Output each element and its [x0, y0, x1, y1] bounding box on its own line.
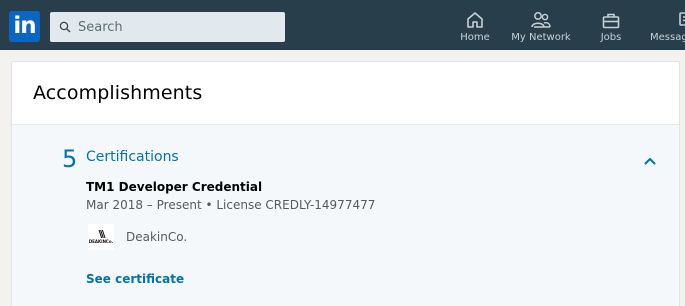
issuer-logo: \\\ DEAKINCo.	[88, 224, 114, 250]
nav-item-messaging[interactable]: Messag	[650, 0, 685, 50]
certificate-name: TM1 Developer Credential	[86, 180, 263, 194]
collapse-button[interactable]	[640, 149, 660, 169]
nav-label-messaging: Messag	[650, 32, 685, 43]
top-navigation-bar: in Home My Network	[0, 0, 685, 50]
nav-label-home: Home	[460, 32, 490, 43]
certificate-meta: Mar 2018 – Present • License CREDLY-1497…	[86, 198, 376, 212]
nav-item-jobs[interactable]: Jobs	[594, 0, 628, 50]
certifications-count: 5	[62, 145, 78, 173]
certifications-section: 5 Certifications TM1 Developer Credentia…	[12, 125, 679, 306]
nav-label-my-network: My Network	[511, 32, 571, 43]
card-header: Accomplishments	[12, 62, 679, 125]
card-title: Accomplishments	[33, 82, 203, 104]
search-icon	[59, 18, 71, 37]
network-icon	[530, 10, 552, 30]
messaging-icon	[676, 10, 685, 30]
issuer-name: DeakinCo.	[126, 230, 188, 244]
certifications-heading: Certifications	[86, 149, 179, 165]
nav-item-my-network[interactable]: My Network	[511, 0, 571, 50]
chevron-up-icon	[644, 150, 656, 169]
search-input[interactable]	[78, 19, 268, 35]
home-icon	[464, 10, 486, 30]
nav-item-home[interactable]: Home	[456, 0, 494, 50]
briefcase-icon	[600, 10, 622, 30]
accomplishments-card: Accomplishments 5 Certifications TM1 Dev…	[11, 61, 680, 306]
search-box[interactable]	[50, 12, 285, 42]
see-certificate-link[interactable]: See certificate	[86, 272, 184, 286]
linkedin-logo[interactable]: in	[9, 11, 40, 42]
nav-label-jobs: Jobs	[600, 32, 622, 43]
issuer-logo-text: DEAKINCo.	[88, 238, 114, 244]
deakinco-logo-mark: \\\	[98, 228, 106, 240]
